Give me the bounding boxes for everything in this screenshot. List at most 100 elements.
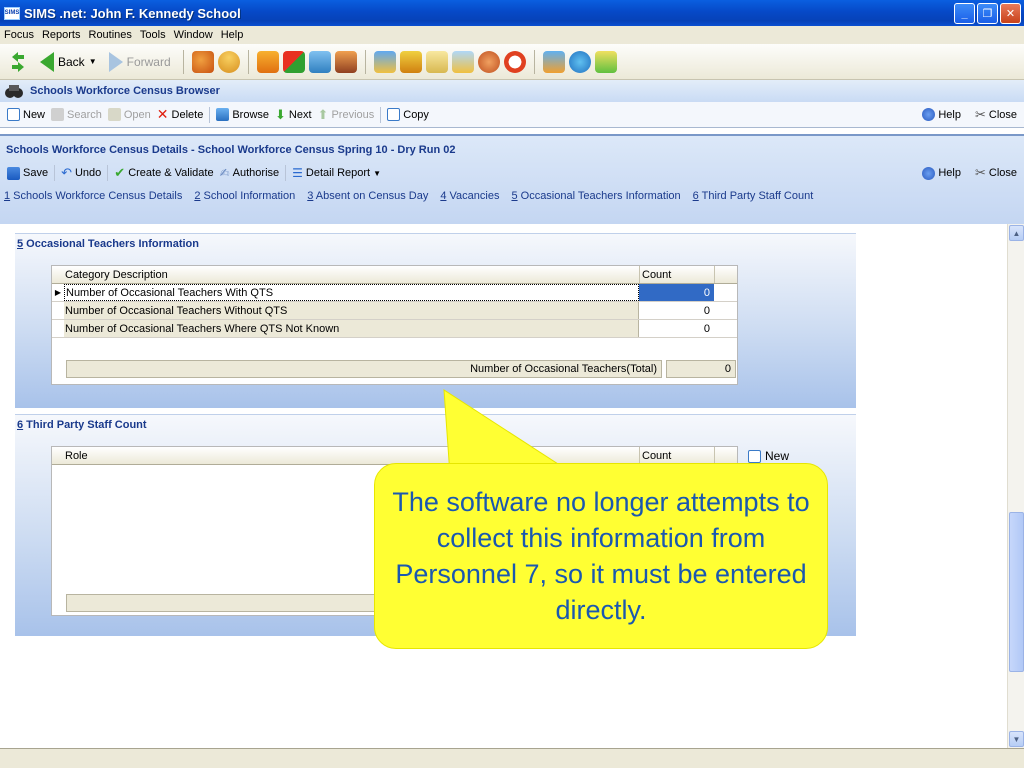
panel-title-third-party-staff: 6 Third Party Staff Count <box>17 419 147 431</box>
binoculars-icon <box>5 85 23 98</box>
detail-report-button[interactable]: ☰ Detail Report ▼ <box>289 166 384 180</box>
delete-x-icon: ✕ <box>156 106 169 122</box>
menu-focus[interactable]: Focus <box>2 29 40 41</box>
flags-icon[interactable] <box>282 50 305 73</box>
open-label: Open <box>123 108 151 121</box>
envelope-icon[interactable] <box>308 50 331 73</box>
scroll-up-button[interactable]: ▲ <box>1009 225 1024 241</box>
copy-label: Copy <box>403 108 429 121</box>
column-header-count[interactable]: Count <box>640 266 715 283</box>
menu-tools[interactable]: Tools <box>138 29 172 41</box>
table-row[interactable]: Number of Occasional Teachers Without QT… <box>52 302 737 320</box>
globe-icon[interactable] <box>568 50 591 73</box>
open-button[interactable]: Open <box>105 108 154 121</box>
back-button[interactable]: Back ▼ <box>36 50 101 74</box>
link-vacancies[interactable]: 4 Vacancies <box>440 190 499 202</box>
help-label: Help <box>938 167 961 179</box>
assessment-icon[interactable] <box>373 50 396 73</box>
section-links: 1 Schools Workforce Census Details 2 Sch… <box>4 190 813 202</box>
table-row[interactable]: ▶ Number of Occasional Teachers With QTS… <box>52 284 737 302</box>
toolbar-separator <box>209 106 211 123</box>
person-icon[interactable] <box>217 50 240 73</box>
notebook-icon[interactable] <box>256 50 279 73</box>
swap-button[interactable] <box>4 49 32 75</box>
scroll-down-button[interactable]: ▼ <box>1009 731 1024 747</box>
previous-button[interactable]: ⬆ Previous <box>315 107 378 123</box>
menu-bar: Focus Reports Routines Tools Window Help <box>0 26 1024 44</box>
column-header-category[interactable]: Category Description <box>52 266 640 283</box>
browser-title: Schools Workforce Census Browser <box>30 85 220 97</box>
save-button[interactable]: Save <box>4 166 51 180</box>
delete-button[interactable]: ✕ Delete <box>154 106 207 123</box>
family-icon[interactable] <box>334 50 357 73</box>
menu-reports[interactable]: Reports <box>40 29 87 41</box>
search-button[interactable]: Search <box>48 108 105 121</box>
award-icon[interactable] <box>399 50 422 73</box>
browse-label: Browse <box>232 108 270 121</box>
copy-button[interactable]: Copy <box>384 108 432 121</box>
vertical-scrollbar[interactable]: ▲ ▼ <box>1007 224 1024 748</box>
undo-button[interactable]: ↶ Undo <box>58 165 104 181</box>
browser-header: Schools Workforce Census Browser <box>0 80 1024 102</box>
link-label: Third Party Staff Count <box>698 190 814 202</box>
column-header-count[interactable]: Count <box>640 447 715 464</box>
count-cell[interactable]: 0 <box>639 284 714 301</box>
create-validate-button[interactable]: ✔ Create & Validate <box>111 165 216 181</box>
link-label: Vacancies <box>446 190 500 202</box>
edit-icon[interactable] <box>451 50 474 73</box>
register-icon[interactable] <box>425 50 448 73</box>
table-row[interactable]: Number of Occasional Teachers Where QTS … <box>52 320 737 338</box>
grid-header: Category Description Count <box>52 266 737 284</box>
browser-close-button[interactable]: ✂ Close <box>972 107 1020 123</box>
details-close-button[interactable]: ✂ Close <box>972 165 1020 181</box>
link-occasional-teachers[interactable]: 5 Occasional Teachers Information <box>511 190 680 202</box>
details-header: Schools Workforce Census Details - Schoo… <box>0 134 1024 224</box>
next-button[interactable]: ⬇ Next <box>272 107 315 123</box>
up-arrow-icon: ⬆ <box>317 106 329 122</box>
help-icon <box>922 108 936 121</box>
chevron-down-icon: ▼ <box>373 168 382 178</box>
authorise-button[interactable]: ✍ Authorise <box>217 166 283 180</box>
total-value: 0 <box>666 360 736 378</box>
back-dropdown-icon[interactable]: ▼ <box>89 57 97 66</box>
school-icon[interactable] <box>542 50 565 73</box>
count-cell[interactable]: 0 <box>639 302 714 319</box>
menu-window[interactable]: Window <box>172 29 219 41</box>
browse-icon <box>216 108 230 121</box>
details-help-button[interactable]: Help <box>919 166 964 180</box>
row-selector <box>52 320 64 337</box>
clock-icon[interactable] <box>503 50 526 73</box>
browser-toolbar: New Search Open ✕ Delete Browse ⬇ Next ⬆… <box>0 102 1024 128</box>
menu-help[interactable]: Help <box>219 29 250 41</box>
browser-help-button[interactable]: Help <box>919 108 964 121</box>
details-toolbar: Save ↶ Undo ✔ Create & Validate ✍ Author… <box>0 163 1024 183</box>
scroll-thumb[interactable] <box>1009 512 1024 672</box>
new-document-icon <box>7 108 20 121</box>
new-button[interactable]: New <box>4 108 48 121</box>
forward-button[interactable]: Forward <box>105 50 175 74</box>
delete-label: Delete <box>171 108 204 121</box>
link-third-party-staff[interactable]: 6 Third Party Staff Count <box>693 190 814 202</box>
toolbar-separator <box>285 165 287 181</box>
column-header-role[interactable]: Role <box>52 447 640 464</box>
menu-routines[interactable]: Routines <box>87 29 138 41</box>
people-icon[interactable] <box>191 50 214 73</box>
count-cell[interactable]: 0 <box>639 320 714 337</box>
options-icon[interactable] <box>594 50 617 73</box>
close-window-button[interactable]: ✕ <box>1000 3 1021 24</box>
forward-arrow-icon <box>108 51 123 72</box>
staff-icon[interactable] <box>477 50 500 73</box>
link-absent-on-census-day[interactable]: 3 Absent on Census Day <box>307 190 428 202</box>
browse-button[interactable]: Browse <box>213 108 272 121</box>
third-party-new-button[interactable]: New <box>748 449 789 463</box>
minimize-button[interactable]: _ <box>954 3 975 24</box>
link-census-details[interactable]: 1 Schools Workforce Census Details <box>4 190 182 202</box>
scissors-close-icon: ✂ <box>974 106 986 122</box>
link-school-information[interactable]: 2 School Information <box>194 190 295 202</box>
save-disk-icon <box>7 166 20 180</box>
search-label: Search <box>67 108 102 121</box>
details-title: Schools Workforce Census Details - Schoo… <box>6 144 456 156</box>
link-label: Schools Workforce Census Details <box>10 190 183 202</box>
category-cell: Number of Occasional Teachers With QTS <box>64 284 639 301</box>
restore-button[interactable]: ❐ <box>977 3 998 24</box>
